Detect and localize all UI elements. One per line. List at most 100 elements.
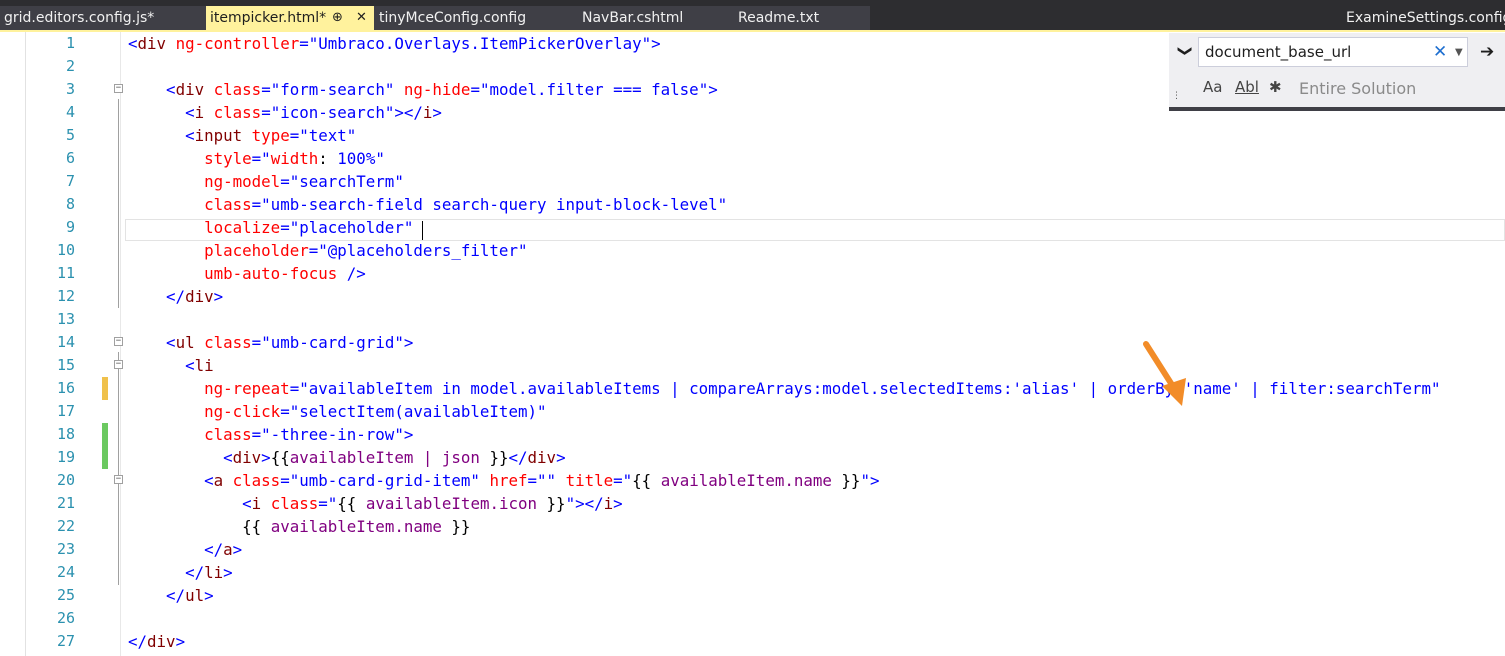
code-line-18: 18 class="-three-in-row"> — [0, 423, 1505, 446]
code-text: <a class="umb-card-grid-item" href="" ti… — [204, 471, 880, 490]
code-text: <ul class="umb-card-grid"> — [166, 333, 414, 352]
code-text: ng-click="selectItem(availableItem)" — [204, 402, 547, 421]
line-number: 25 — [56, 586, 75, 604]
line-number: 10 — [56, 241, 75, 259]
code-line-24: 24 </li> — [0, 561, 1505, 584]
code-line-12: 12 </div> — [0, 285, 1505, 308]
line-number: 16 — [56, 379, 75, 397]
find-input-box: ✕ ▼ — [1198, 37, 1468, 67]
toggle-replace-chevron-icon[interactable]: ❯ — [1177, 45, 1193, 57]
code-text: </div> — [128, 632, 186, 651]
code-line-11: 11 umb-auto-focus /> — [0, 262, 1505, 285]
code-text: <input type="text" — [185, 126, 357, 145]
code-line-5: 5 <input type="text" — [0, 124, 1505, 147]
code-line-19: 19 <div>{{availableItem | json }}</div> — [0, 446, 1505, 469]
code-text: placeholder="@placeholders_filter" — [204, 241, 528, 260]
line-number: 4 — [65, 103, 75, 121]
code-line-15: 15 − <li — [0, 354, 1505, 377]
match-case-icon[interactable]: Aa — [1203, 78, 1222, 96]
code-text: ng-repeat="availableItem in model.availa… — [204, 379, 1441, 398]
tab-readme[interactable]: Readme.txt — [738, 6, 819, 30]
unsaved-change-marker — [102, 377, 108, 400]
line-number: 12 — [56, 287, 75, 305]
line-number: 15 — [56, 356, 75, 374]
tab-label: itempicker.html* — [210, 10, 327, 26]
code-text: </ul> — [166, 586, 214, 605]
match-whole-word-icon[interactable]: Abl — [1235, 78, 1259, 96]
line-number: 19 — [56, 448, 75, 466]
search-history-dropdown-icon[interactable]: ▼ — [1455, 47, 1463, 58]
line-number: 20 — [56, 471, 75, 489]
code-line-21: 21 <i class="{{ availableItem.icon }}"><… — [0, 492, 1505, 515]
code-text: </a> — [204, 540, 243, 559]
code-text: <div>{{availableItem | json }}</div> — [223, 448, 566, 467]
line-number: 8 — [65, 195, 75, 213]
close-tab-icon[interactable]: ✕ — [356, 6, 367, 30]
line-number: 7 — [65, 172, 75, 190]
line-number: 2 — [65, 57, 75, 75]
code-text: umb-auto-focus /> — [204, 264, 366, 283]
line-number: 5 — [65, 126, 75, 144]
collapse-icon[interactable]: − — [114, 337, 123, 346]
code-line-7: 7 ng-model="searchTerm" — [0, 170, 1505, 193]
line-number: 11 — [56, 264, 75, 282]
code-text: <i class="icon-search"></i> — [185, 103, 442, 122]
pin-icon[interactable]: ⊕ — [332, 6, 343, 30]
line-number: 6 — [65, 149, 75, 167]
code-text: <div class="form-search" ng-hide="model.… — [166, 80, 718, 99]
tab-examine-settings[interactable]: ExamineSettings.config — [1346, 6, 1505, 30]
find-input[interactable] — [1205, 42, 1425, 62]
find-widget: ❯ ✕ ▼ ➔ ⋮ Aa Abl ✱ Entire Solution — [1169, 33, 1505, 111]
collapse-icon[interactable]: − — [114, 84, 123, 93]
code-text: style="width: 100%" — [204, 149, 385, 168]
find-next-arrow-icon[interactable]: ➔ — [1480, 42, 1494, 62]
code-text: </div> — [166, 287, 224, 306]
line-number: 18 — [56, 425, 75, 443]
tab-tinymce-config[interactable]: tinyMceConfig.config — [379, 6, 526, 30]
tab-itempicker-active[interactable]: itempicker.html* ⊕ ✕ — [206, 6, 374, 30]
code-line-8: 8 class="umb-search-field search-query i… — [0, 193, 1505, 216]
code-line-22: 22 {{ availableItem.name }} — [0, 515, 1505, 538]
line-number: 26 — [56, 609, 75, 627]
code-text: <li — [185, 356, 214, 375]
code-line-9: 9 localize="placeholder" — [0, 216, 1505, 239]
line-number: 21 — [56, 494, 75, 512]
code-line-6: 6 style="width: 100%" — [0, 147, 1505, 170]
code-text: class="-three-in-row"> — [204, 425, 414, 444]
code-editor[interactable]: 1 <div ng-controller="Umbraco.Overlays.I… — [0, 32, 1505, 656]
annotation-arrow — [1143, 341, 1186, 406]
code-text: ng-model="searchTerm" — [204, 172, 404, 191]
code-line-26: 26 — [0, 607, 1505, 630]
code-text: class="umb-search-field search-query inp… — [204, 195, 728, 214]
code-line-14: 14 − <ul class="umb-card-grid"> — [0, 331, 1505, 354]
line-number: 22 — [56, 517, 75, 535]
code-line-16: 16 ng-repeat="availableItem in model.ava… — [0, 377, 1505, 400]
collapse-icon[interactable]: − — [114, 475, 123, 484]
code-line-25: 25 </ul> — [0, 584, 1505, 607]
clear-search-icon[interactable]: ✕ — [1433, 42, 1447, 62]
code-line-10: 10 placeholder="@placeholders_filter" — [0, 239, 1505, 262]
code-line-17: 17 ng-click="selectItem(availableItem)" — [0, 400, 1505, 423]
line-number: 1 — [65, 34, 75, 52]
resize-grip-icon[interactable]: ⋮ — [1172, 91, 1181, 101]
tab-bar: grid.editors.config.js* itempicker.html*… — [0, 0, 1505, 30]
line-number: 13 — [56, 310, 75, 328]
code-line-20: 20 − <a class="umb-card-grid-item" href=… — [0, 469, 1505, 492]
code-text: {{ availableItem.name }} — [242, 517, 471, 536]
line-number: 14 — [56, 333, 75, 351]
tab-grid-editors-config[interactable]: grid.editors.config.js* — [4, 6, 154, 30]
line-number: 23 — [56, 540, 75, 558]
collapse-icon[interactable]: − — [114, 360, 123, 369]
line-number: 27 — [56, 632, 75, 650]
code-text: <div ng-controller="Umbraco.Overlays.Ite… — [128, 34, 661, 53]
code-text: <i class="{{ availableItem.icon }}"></i> — [242, 494, 623, 513]
line-number: 17 — [56, 402, 75, 420]
code-line-13: 13 — [0, 308, 1505, 331]
code-text: localize="placeholder" — [204, 218, 414, 237]
line-number: 9 — [65, 218, 75, 236]
tab-navbar-cshtml[interactable]: NavBar.cshtml — [582, 6, 683, 30]
line-number: 3 — [65, 80, 75, 98]
search-scope-label[interactable]: Entire Solution — [1299, 79, 1416, 98]
saved-change-marker — [102, 446, 108, 469]
regex-icon[interactable]: ✱ — [1269, 78, 1282, 96]
